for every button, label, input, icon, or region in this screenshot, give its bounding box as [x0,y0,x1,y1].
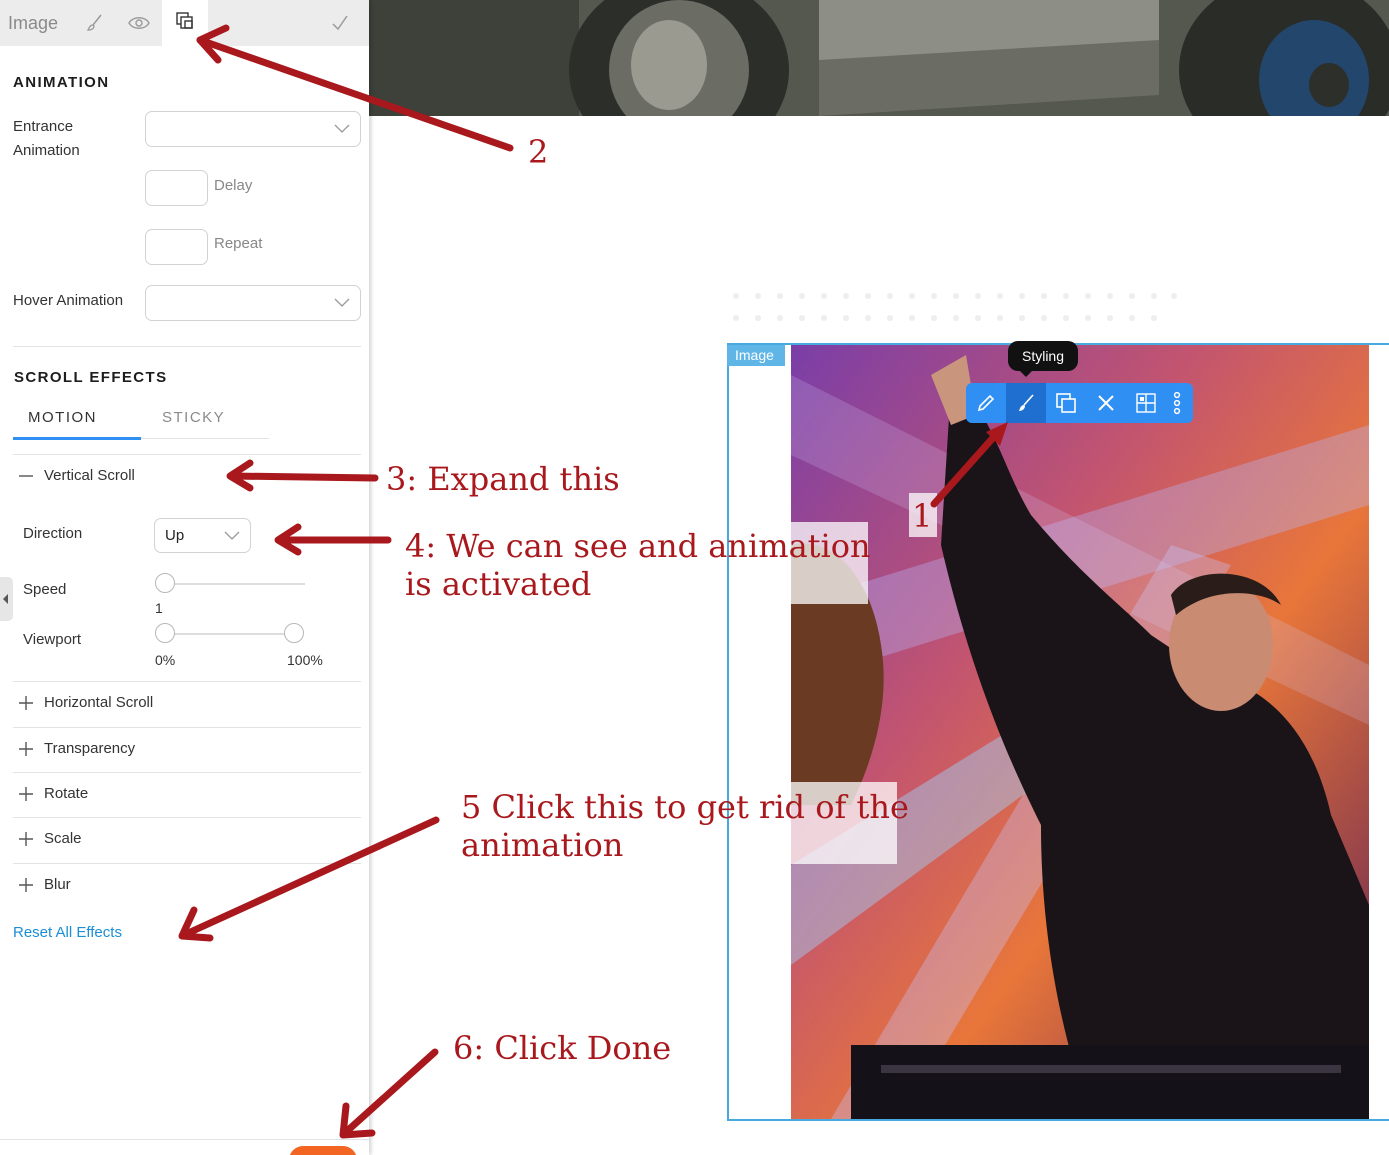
blur-toggle[interactable]: Blur [13,864,361,909]
blur-label: Blur [44,876,71,893]
viewport-label: Viewport [23,631,82,648]
annotation-step-2: 2 [528,133,549,171]
panel-title: Image [8,13,59,33]
plus-icon [18,877,34,893]
vertical-scroll-label: Vertical Scroll [44,467,135,484]
minus-icon [18,468,34,484]
checkmark-icon[interactable] [327,10,353,36]
layout-button[interactable] [1126,383,1166,423]
delay-input[interactable] [145,170,208,206]
annotation-step-4: 4: We can see and animation is activated [405,527,871,603]
settings-panel: Image ANIMATION Entrance Animation Delay… [0,0,369,1155]
eye-icon[interactable] [126,10,152,36]
done-button[interactable] [289,1146,357,1155]
annotation-step-3: 3: Expand this [386,460,620,498]
scale-label: Scale [44,830,82,847]
header-photo [369,0,1389,116]
element-type-tag: Image [727,345,785,366]
plus-icon [18,741,34,757]
delete-button[interactable] [1086,383,1126,423]
dj-photo-illustration [791,345,1369,1119]
entrance-animation-select[interactable] [145,111,361,147]
transparency-label: Transparency [44,740,136,757]
element-toolbar [966,383,1193,423]
active-subtab-indicator [13,437,141,440]
pencil-icon [977,394,995,412]
entrance-animation-label: Entrance Animation [13,118,80,159]
scroll-effects-heading: SCROLL EFFECTS [14,369,168,386]
plus-icon [18,695,34,711]
horizontal-scroll-label: Horizontal Scroll [44,694,154,711]
hover-animation-label: Hover Animation [13,292,124,309]
animation-icon [1056,393,1076,413]
vertical-scroll-toggle[interactable]: Vertical Scroll [13,455,361,500]
more-options-button[interactable] [1162,383,1192,423]
repeat-label: Repeat [214,235,263,252]
transparency-toggle[interactable]: Transparency [13,728,361,773]
direction-value: Up [165,527,185,544]
tab-motion[interactable]: MOTION [28,409,97,426]
viewport-max-handle[interactable] [284,623,304,643]
tab-animation[interactable] [162,0,208,46]
annotation-step-5: 5 Click this to get rid of the animation [461,788,909,864]
scale-toggle[interactable]: Scale [13,818,361,863]
rotate-toggle[interactable]: Rotate [13,773,361,818]
machinery-photo [369,0,1389,116]
brush-icon [1019,394,1034,411]
caret-left-icon [3,594,8,604]
direction-select[interactable]: Up [154,518,251,553]
plus-icon [18,831,34,847]
edit-button[interactable] [966,383,1006,423]
viewport-max-value: 100% [287,652,323,668]
viewport-slider-track[interactable] [165,633,295,635]
animation-heading: ANIMATION [13,74,110,91]
chevron-down-icon [334,121,350,140]
collapse-panel-handle[interactable] [0,577,13,621]
reset-all-effects-link[interactable]: Reset All Effects [13,924,122,941]
repeat-input[interactable] [145,229,208,265]
dj-photo[interactable] [791,345,1369,1119]
direction-label: Direction [23,525,83,542]
tab-sticky[interactable]: STICKY [162,409,225,426]
animation-icon [172,8,198,34]
layout-icon [1136,393,1156,413]
close-icon [1098,395,1114,411]
plus-icon [18,786,34,802]
viewport-min-value: 0% [155,652,176,668]
footer-divider [0,1139,369,1140]
more-icon [1173,391,1181,415]
styling-tooltip: Styling [1008,341,1078,371]
speed-slider-handle[interactable] [155,573,175,593]
speed-slider-track[interactable] [165,583,305,585]
speed-value: 1 [155,600,163,616]
dot-pattern [733,293,1177,321]
speed-label: Speed [23,581,67,598]
rotate-label: Rotate [44,785,89,802]
tooltip-tail [1018,369,1034,377]
panel-tab-bar: Image [0,0,369,46]
brush-icon[interactable] [82,10,108,36]
animation-button[interactable] [1046,383,1086,423]
delay-label: Delay [214,177,253,194]
hover-animation-select[interactable] [145,285,361,321]
annotation-step-1: 1 [912,497,933,535]
chevron-down-icon [334,295,350,314]
viewport-min-handle[interactable] [155,623,175,643]
styling-button[interactable] [1006,383,1046,423]
divider [13,346,361,347]
chevron-down-icon [224,528,240,547]
horizontal-scroll-toggle[interactable]: Horizontal Scroll [13,682,361,727]
annotation-step-6: 6: Click Done [453,1029,672,1067]
